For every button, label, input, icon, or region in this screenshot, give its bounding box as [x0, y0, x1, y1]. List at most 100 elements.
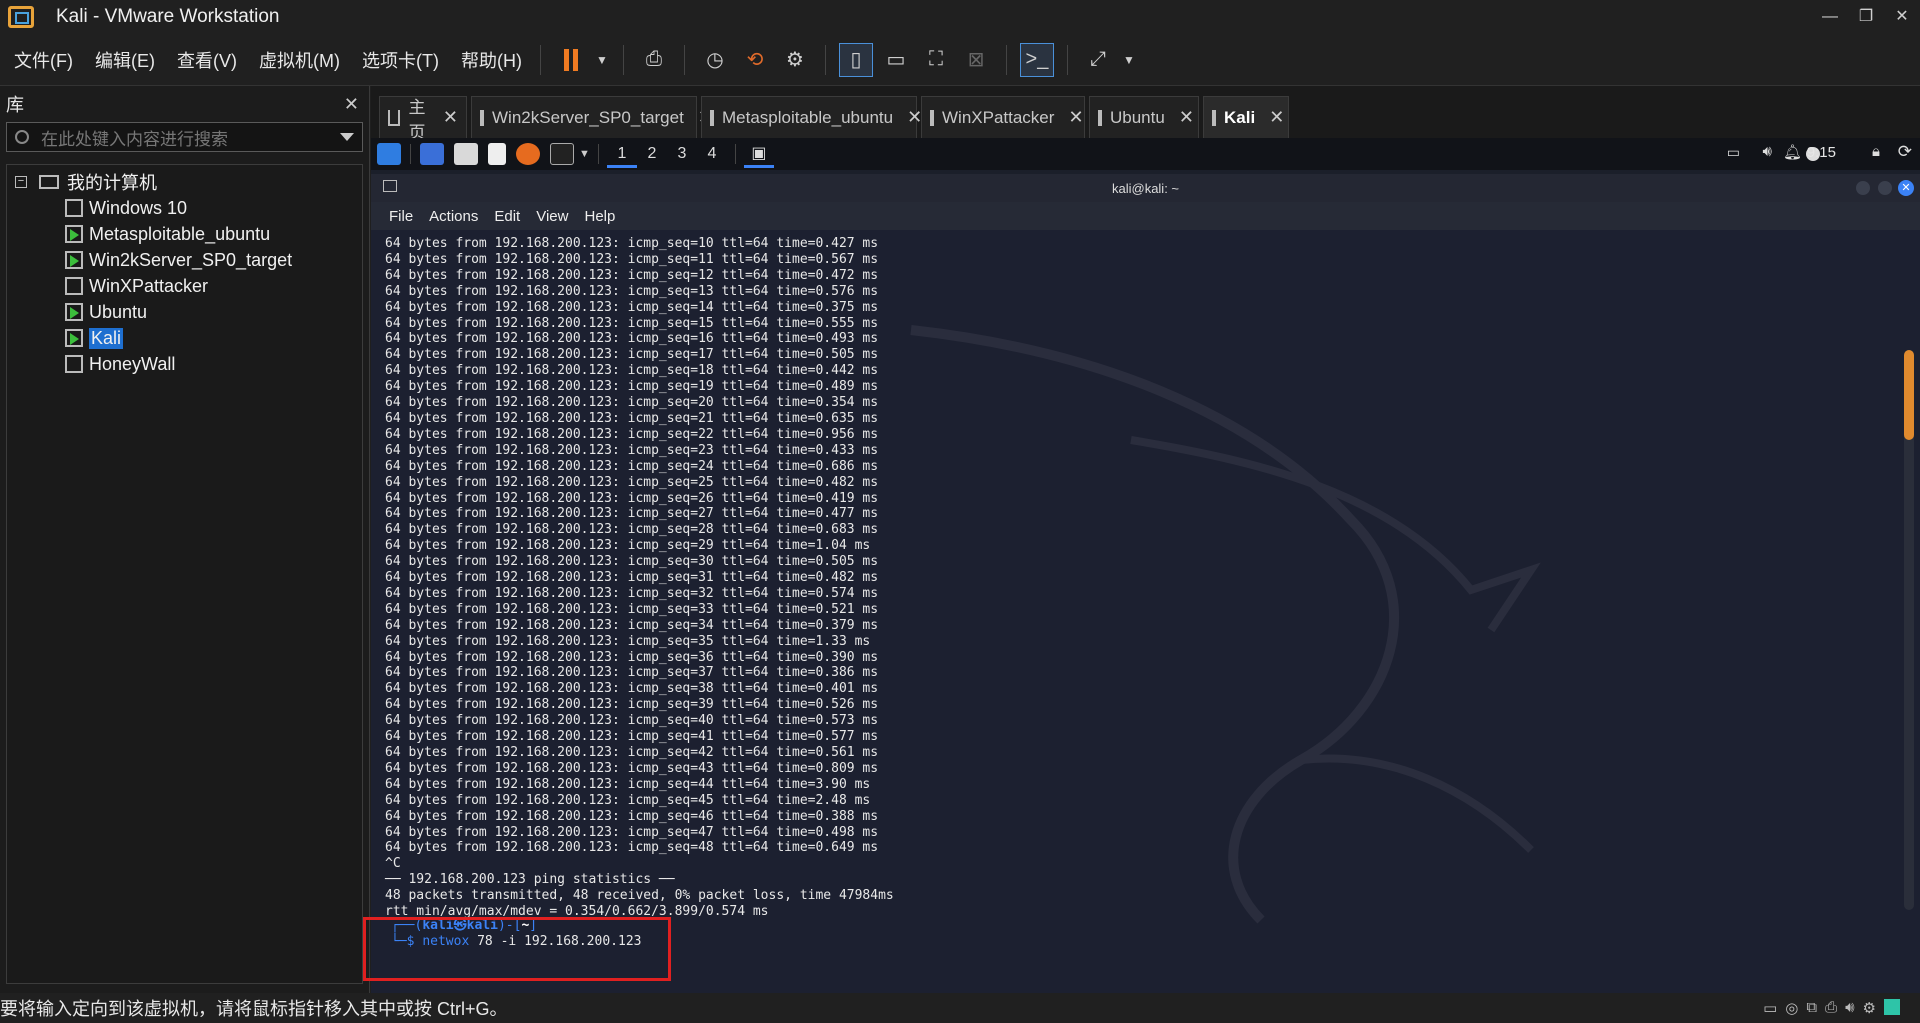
terminal-window-icon	[383, 180, 397, 192]
terminal-menu-view[interactable]: View	[536, 208, 568, 225]
library-tree: − 我的计算机 Windows 10 Metasploitable_ubuntu W…	[6, 164, 363, 984]
home-icon	[388, 109, 401, 126]
terminal-menu-file[interactable]: File	[389, 208, 413, 225]
terminal-menu-actions[interactable]: Actions	[429, 208, 478, 225]
vm-console[interactable]: ▼ 1234 ▣ ▭ 🔊︎ 🔔︎ 9:15 🔒︎ ⟳ kali@kali: ~ …	[371, 138, 1920, 993]
tree-item-vm[interactable]: Win2kServer_SP0_target	[7, 247, 362, 273]
guest-clock[interactable]: 9:15	[1807, 144, 1836, 161]
minimize-button[interactable]: —	[1810, 4, 1850, 30]
full-screen-icon[interactable]: ⛶	[919, 43, 953, 77]
logout-icon[interactable]: ⟳	[1898, 142, 1912, 162]
panel-separator	[734, 144, 736, 164]
file-manager-icon[interactable]	[454, 143, 478, 165]
pause-button[interactable]	[554, 43, 588, 77]
collapse-icon[interactable]: −	[15, 176, 27, 188]
library-search-input[interactable]: 在此处键入内容进行搜索	[6, 122, 363, 152]
terminal-output-text: 64 bytes from 192.168.200.123: icmp_seq=…	[385, 236, 894, 920]
tree-item-vm[interactable]: HoneyWall	[7, 351, 362, 377]
stretch-guest-icon[interactable]: ⤢	[1081, 43, 1115, 77]
workspace-2[interactable]: 2	[637, 140, 667, 168]
workspace-1[interactable]: 1	[606, 140, 637, 168]
show-desktop-icon[interactable]	[420, 143, 444, 165]
workspace-3[interactable]: 3	[667, 140, 697, 168]
terminal-scroll-thumb[interactable]	[1904, 350, 1914, 440]
terminal-line: 64 bytes from 192.168.200.123: icmp_seq=…	[385, 236, 879, 251]
text-editor-icon[interactable]	[488, 143, 506, 165]
tree-item-label: Win2kServer_SP0_target	[89, 249, 293, 270]
terminal-line: 64 bytes from 192.168.200.123: icmp_seq=…	[385, 331, 879, 347]
tree-item-vm[interactable]: WinXPattacker	[7, 273, 362, 299]
menu-view[interactable]: 查看(V)	[169, 47, 245, 73]
snapshot-icon[interactable]: ◷	[698, 43, 732, 77]
terminal-menu-edit[interactable]: Edit	[494, 208, 520, 225]
terminal-line: 64 bytes from 192.168.200.123: icmp_seq=…	[385, 633, 871, 649]
kali-menu-icon[interactable]	[377, 143, 401, 165]
revert-snapshot-icon[interactable]: ⟲	[738, 43, 772, 77]
terminal-minimize-button[interactable]	[1856, 181, 1870, 195]
snapshot-manager-icon[interactable]: ⚙	[778, 43, 812, 77]
terminal-line: 64 bytes from 192.168.200.123: icmp_seq=…	[385, 426, 879, 442]
sound-card-icon[interactable]: 🔊︎	[1845, 999, 1854, 1017]
terminal-line: 64 bytes from 192.168.200.123: icmp_seq=…	[385, 665, 879, 681]
thumbnail-bar-icon[interactable]: ▭	[879, 43, 913, 77]
terminal-launcher-icon[interactable]	[550, 143, 574, 165]
close-window-button[interactable]: ✕	[1882, 4, 1920, 30]
terminal-menu-help[interactable]: Help	[584, 208, 615, 225]
tree-item-vm[interactable]: Windows 10	[7, 195, 362, 221]
tab-1[interactable]: Win2kServer_SP0_target✕	[471, 96, 713, 138]
terminal-line: 64 bytes from 192.168.200.123: icmp_seq=…	[385, 395, 879, 411]
menu-vm[interactable]: 虚拟机(M)	[251, 47, 348, 73]
message-log-icon[interactable]	[1884, 999, 1900, 1015]
tab-close-icon[interactable]: ✕	[429, 107, 458, 128]
hard-disk-icon[interactable]: ▭	[1763, 999, 1777, 1017]
usb-icon[interactable]: ⚙	[1863, 999, 1876, 1017]
menu-help[interactable]: 帮助(H)	[453, 47, 530, 73]
workspace-4[interactable]: 4	[697, 140, 727, 168]
tab-close-icon[interactable]: ✕	[1165, 107, 1194, 128]
tab-close-icon[interactable]: ✕	[1255, 107, 1284, 128]
stretch-dropdown-icon[interactable]: ▼	[1121, 43, 1137, 77]
tab-2[interactable]: Metasploitable_ubuntu ✕	[701, 96, 922, 138]
firefox-icon[interactable]	[516, 143, 540, 165]
toolbar-separator	[824, 44, 826, 75]
tab-5[interactable]: Kali ✕	[1203, 96, 1289, 138]
restore-button[interactable]: ❐	[1846, 4, 1886, 30]
unity-icon[interactable]: ⊠	[959, 43, 993, 77]
library-close-icon[interactable]: ✕	[344, 94, 359, 115]
show-library-icon[interactable]: ▯	[838, 42, 873, 77]
tree-item-label: Ubuntu	[89, 301, 148, 322]
vmware-app-icon	[8, 6, 34, 28]
vm-running-icon	[65, 225, 83, 243]
tab-close-icon[interactable]: ✕	[893, 107, 922, 128]
tree-item-my-computer[interactable]: − 我的计算机	[7, 169, 362, 195]
device-icons: ▭ ◎ ⧉ ⎙ 🔊︎ ⚙	[1763, 999, 1900, 1017]
taskbar-terminal-window[interactable]: ▣	[743, 140, 774, 168]
search-dropdown-icon[interactable]	[340, 133, 354, 141]
menu-tabs[interactable]: 选项卡(T)	[354, 47, 447, 73]
cd-dvd-icon[interactable]: ◎	[1785, 999, 1798, 1017]
terminal-line: 64 bytes from 192.168.200.123: icmp_seq=…	[385, 601, 879, 617]
pause-dropdown-icon[interactable]: ▼	[594, 43, 610, 77]
menu-edit[interactable]: 编辑(E)	[87, 47, 163, 73]
terminal-close-button[interactable]: ✕	[1898, 180, 1914, 196]
tab-close-icon[interactable]: ✕	[1054, 107, 1083, 128]
display-icon[interactable]: ▭	[1727, 144, 1740, 161]
tab-3[interactable]: WinXPattacker ✕	[921, 96, 1085, 138]
tab-0[interactable]: 主页 ✕	[379, 96, 467, 142]
menu-file[interactable]: 文件(F)	[6, 47, 81, 73]
tree-item-vm[interactable]: Metasploitable_ubuntu	[7, 221, 362, 247]
tree-item-vm[interactable]: Kali	[7, 325, 362, 351]
terminal-dropdown-icon[interactable]: ▼	[579, 148, 590, 160]
send-ctrl-alt-del-icon[interactable]: ⎙	[637, 43, 671, 77]
volume-icon[interactable]: 🔊︎	[1763, 143, 1772, 160]
tab-4[interactable]: Ubuntu ✕	[1089, 96, 1199, 138]
terminal-maximize-button[interactable]	[1878, 181, 1892, 195]
console-view-icon[interactable]: >_	[1019, 42, 1054, 77]
printer-icon[interactable]: ⎙	[1825, 999, 1837, 1017]
network-adapter-icon[interactable]: ⧉	[1806, 999, 1817, 1017]
lock-icon[interactable]: 🔒︎	[1872, 143, 1880, 160]
guest-top-panel: ▼ 1234 ▣ ▭ 🔊︎ 🔔︎ 9:15 🔒︎ ⟳	[371, 138, 1920, 170]
tree-item-vm[interactable]: Ubuntu	[7, 299, 362, 325]
notifications-icon[interactable]: 🔔︎	[1783, 143, 1802, 161]
terminal-output-area[interactable]: 64 bytes from 192.168.200.123: icmp_seq=…	[371, 230, 1920, 993]
